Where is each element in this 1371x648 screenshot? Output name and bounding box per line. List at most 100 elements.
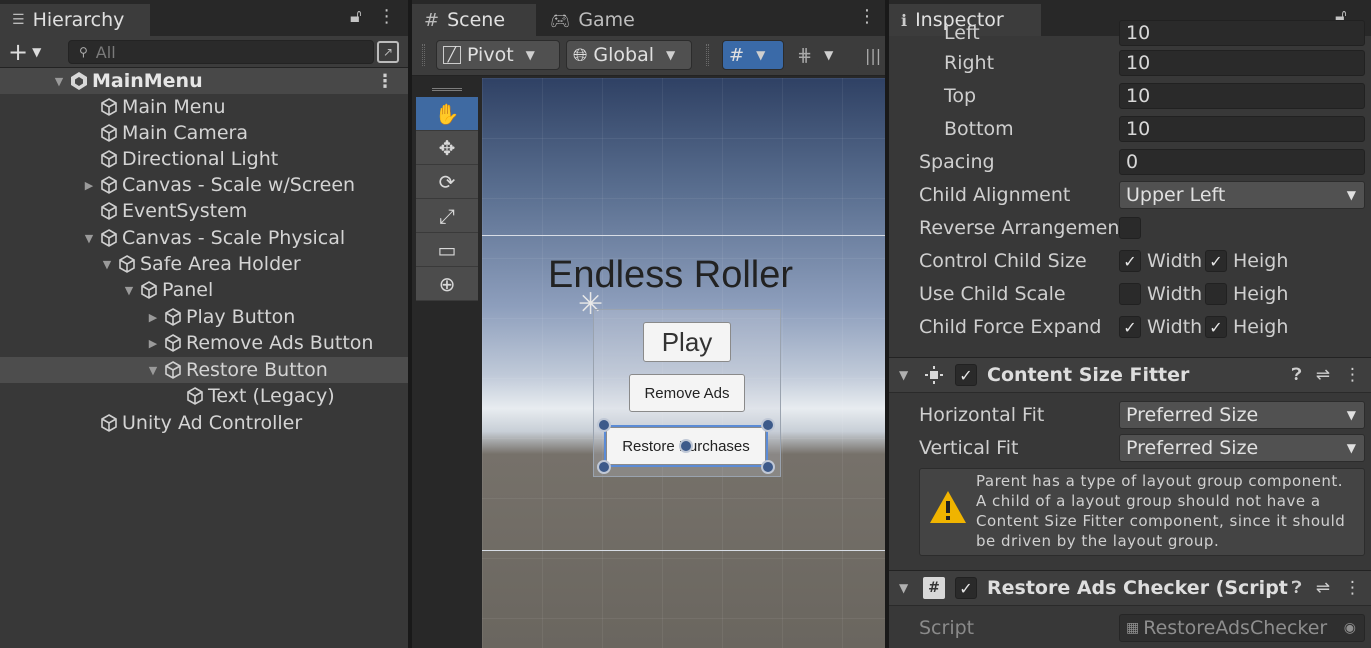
- component-enabled-checkbox[interactable]: ✓: [955, 577, 977, 599]
- script-object-field[interactable]: ▦ RestoreAdsChecker ◉: [1119, 614, 1365, 642]
- expand-width-checkbox[interactable]: ✓: [1119, 316, 1141, 338]
- gameobject-cube-icon: [96, 412, 122, 434]
- horizontal-fit-dropdown[interactable]: Preferred Size ▼: [1119, 401, 1365, 429]
- child-alignment-dropdown[interactable]: Upper Left ▼: [1119, 181, 1365, 209]
- tree-item-main-camera[interactable]: Main Camera: [0, 120, 408, 146]
- reverse-arrangement-row: Reverse Arrangement: [889, 213, 1371, 243]
- width-label: Width: [1147, 283, 1203, 305]
- content-size-fitter-header[interactable]: ▼ ✓ Content Size Fitter ❓︎ ⇌ ⋮: [889, 357, 1371, 393]
- collapse-arrow-icon[interactable]: ▼: [899, 368, 908, 382]
- more-tools-button[interactable]: |||: [858, 40, 885, 70]
- tree-item-remove-ads-button[interactable]: ▶ Remove Ads Button: [0, 330, 408, 356]
- lock-icon[interactable]: 🔓︎: [350, 6, 362, 27]
- kebab-menu-icon[interactable]: ⋮: [858, 6, 876, 27]
- expand-arrow-icon[interactable]: ▼: [52, 75, 66, 88]
- tree-item-safe-area-holder[interactable]: ▼ Safe Area Holder: [0, 251, 408, 277]
- scene-panel: # Scene 🎮︎ Game ⋮ ╱ Pivot ▼ 🌐︎ Global ▼ …: [412, 0, 885, 648]
- kebab-menu-icon[interactable]: ⋮: [378, 6, 396, 27]
- expand-arrow-icon[interactable]: ▼: [122, 284, 136, 297]
- padding-right-field[interactable]: 10: [1119, 50, 1365, 76]
- tree-item-label: Text (Legacy): [208, 385, 335, 407]
- gameobject-cube-icon: [160, 332, 186, 354]
- padding-bottom-field[interactable]: 10: [1119, 116, 1365, 142]
- transform-tool-icon[interactable]: ⊕: [416, 267, 478, 301]
- tree-item-canvas-scale-physical[interactable]: ▼ Canvas - Scale Physical: [0, 225, 408, 251]
- search-placeholder: All: [95, 42, 116, 62]
- padding-left-field[interactable]: 10: [1119, 20, 1365, 46]
- expand-search-icon[interactable]: ↗: [377, 41, 399, 63]
- pivot-dropdown[interactable]: ╱ Pivot ▼: [436, 40, 560, 70]
- restore-ads-checker-header[interactable]: ▼ # ✓ Restore Ads Checker (Script ❓︎ ⇌ ⋮: [889, 570, 1371, 606]
- tab-game[interactable]: 🎮︎ Game: [538, 4, 648, 36]
- grid-snap-toggle[interactable]: # ▼: [722, 40, 784, 70]
- globe-icon: 🌐︎: [573, 44, 588, 66]
- reverse-arrangement-checkbox[interactable]: [1119, 217, 1141, 239]
- tree-item-play-button[interactable]: ▶ Play Button: [0, 304, 408, 330]
- play-button-preview[interactable]: Play: [643, 322, 731, 362]
- spacing-field[interactable]: 0: [1119, 149, 1365, 175]
- object-picker-icon[interactable]: ◉: [1344, 620, 1356, 636]
- script-file-icon: ▦: [1126, 620, 1140, 636]
- increment-snap-toggle[interactable]: ⋕ ▼: [790, 40, 852, 70]
- padding-top-field[interactable]: 10: [1119, 83, 1365, 109]
- tab-label: Hierarchy: [32, 9, 125, 31]
- script-label: Script: [919, 617, 975, 639]
- tree-item-main-menu[interactable]: Main Menu: [0, 94, 408, 120]
- vertical-fit-dropdown[interactable]: Preferred Size ▼: [1119, 434, 1365, 462]
- control-width-checkbox[interactable]: ✓: [1119, 250, 1141, 272]
- help-icon[interactable]: ❓︎: [1292, 365, 1302, 385]
- remove-ads-button-preview[interactable]: Remove Ads: [629, 374, 745, 412]
- tree-item-directional-light[interactable]: Directional Light: [0, 146, 408, 172]
- tree-item-text-legacy[interactable]: Text (Legacy): [0, 383, 408, 409]
- tab-hierarchy[interactable]: ☰ Hierarchy: [0, 4, 150, 36]
- expand-height-checkbox[interactable]: ✓: [1205, 316, 1227, 338]
- expand-arrow-icon[interactable]: ▶: [82, 179, 96, 192]
- pivot-handle[interactable]: [679, 439, 693, 453]
- expand-arrow-icon[interactable]: ▼: [82, 232, 96, 245]
- resize-handle-tl[interactable]: [597, 418, 611, 432]
- resize-handle-bl[interactable]: [597, 460, 611, 474]
- scale-height-checkbox[interactable]: [1205, 283, 1227, 305]
- rect-tool-icon[interactable]: ▭: [416, 233, 478, 267]
- rotate-tool-icon[interactable]: ⟳: [416, 165, 478, 199]
- script-hash-icon: #: [923, 577, 945, 599]
- resize-handle-tr[interactable]: [761, 418, 775, 432]
- expand-arrow-icon[interactable]: ▼: [146, 364, 160, 377]
- resize-handle-br[interactable]: [761, 460, 775, 474]
- tree-item-label: Canvas - Scale w/Screen: [122, 174, 356, 196]
- scale-tool-icon[interactable]: ⤢: [416, 199, 478, 233]
- dropdown-value: Preferred Size: [1126, 404, 1259, 426]
- control-height-checkbox[interactable]: ✓: [1205, 250, 1227, 272]
- tab-scene[interactable]: # Scene: [412, 4, 536, 36]
- tree-item-unity-ad-controller[interactable]: Unity Ad Controller: [0, 410, 408, 436]
- move-tool-icon[interactable]: ✥: [416, 131, 478, 165]
- scale-width-checkbox[interactable]: [1119, 283, 1141, 305]
- scene-kebab-icon[interactable]: ⋮: [376, 71, 394, 92]
- kebab-menu-icon[interactable]: ⋮: [1344, 365, 1361, 385]
- control-child-size-label: Control Child Size: [919, 250, 1087, 272]
- presets-icon[interactable]: ⇌: [1316, 365, 1330, 385]
- tree-item-eventsystem[interactable]: EventSystem: [0, 198, 408, 224]
- tree-item-restore-button[interactable]: ▼ Restore Button: [0, 357, 408, 383]
- hierarchy-search-input[interactable]: ⚲ All: [68, 40, 374, 64]
- use-child-scale-label: Use Child Scale: [919, 283, 1066, 305]
- add-object-button[interactable]: + ▼: [8, 38, 41, 66]
- expand-arrow-icon[interactable]: ▶: [146, 311, 160, 324]
- hierarchy-panel: ☰ Hierarchy 🔓︎ ⋮ + ▼ ⚲ All ↗ ▼ MainMenu …: [0, 0, 408, 648]
- gameobject-cube-icon: [136, 279, 162, 301]
- hand-tool-icon[interactable]: ✋: [416, 97, 478, 131]
- presets-icon[interactable]: ⇌: [1316, 578, 1330, 598]
- scene-row[interactable]: ▼ MainMenu ⋮: [0, 68, 408, 94]
- help-icon[interactable]: ❓︎: [1292, 578, 1302, 598]
- global-label: Global: [593, 44, 655, 66]
- kebab-menu-icon[interactable]: ⋮: [1344, 578, 1361, 598]
- global-dropdown[interactable]: 🌐︎ Global ▼: [566, 40, 692, 70]
- expand-arrow-icon[interactable]: ▶: [146, 337, 160, 350]
- expand-arrow-icon[interactable]: ▼: [100, 258, 114, 271]
- tree-item-panel[interactable]: ▼ Panel: [0, 277, 408, 303]
- collapse-arrow-icon[interactable]: ▼: [899, 581, 908, 595]
- warning-message: Parent has a type of layout group compon…: [976, 472, 1346, 550]
- tree-item-canvas-scale-screen[interactable]: ▶ Canvas - Scale w/Screen: [0, 172, 408, 198]
- component-enabled-checkbox[interactable]: ✓: [955, 364, 977, 386]
- scene-viewport[interactable]: Endless Roller ✳ Play Remove Ads Restore…: [482, 78, 885, 648]
